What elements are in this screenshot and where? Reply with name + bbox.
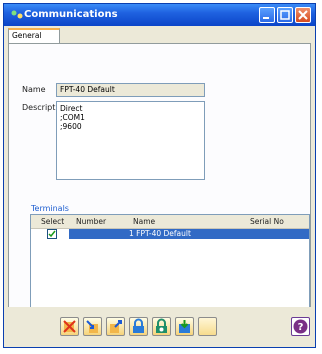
- column-header[interactable]: Select: [41, 217, 64, 226]
- save-icon: [179, 320, 190, 333]
- tab-label: General: [12, 31, 42, 40]
- table-header: Select Number Name Serial No: [31, 215, 309, 229]
- minimize-icon: [263, 17, 269, 19]
- lock-button[interactable]: [129, 317, 148, 336]
- name-label: Name: [22, 85, 46, 94]
- name-field[interactable]: FPT-40 Default: [56, 83, 205, 97]
- terminals-caption: Terminals: [31, 204, 69, 213]
- blank-icon: [199, 318, 216, 335]
- minimize-button[interactable]: [259, 7, 275, 23]
- description-field[interactable]: Direct ;COM1 ;9600: [56, 101, 205, 180]
- save-button[interactable]: [175, 317, 194, 336]
- help-icon: ?: [293, 319, 308, 334]
- close-icon: [298, 10, 308, 20]
- column-header[interactable]: Serial No: [250, 217, 284, 226]
- title-bar: Communications: [4, 4, 315, 26]
- blank-button[interactable]: [198, 317, 217, 336]
- import-button[interactable]: [83, 317, 102, 336]
- export-button[interactable]: [106, 317, 125, 336]
- column-header[interactable]: Number: [76, 217, 106, 226]
- select-checkbox[interactable]: [47, 229, 57, 239]
- export-icon: [110, 320, 122, 333]
- import-icon: [86, 320, 98, 333]
- delete-icon: [63, 320, 76, 333]
- settings-button[interactable]: [152, 317, 171, 336]
- terminal-name: 1 FPT-40 Default: [129, 229, 191, 238]
- terminals-table: Select Number Name Serial No 1 FPT-40 De…: [30, 214, 310, 310]
- lock-icon: [133, 318, 144, 333]
- row-highlight: 1 FPT-40 Default: [69, 229, 309, 239]
- tab-general[interactable]: General: [8, 28, 60, 44]
- settings-lock-icon: [156, 318, 167, 333]
- close-button[interactable]: [295, 7, 311, 23]
- delete-button[interactable]: [60, 317, 79, 336]
- table-row[interactable]: 1 FPT-40 Default: [31, 229, 309, 239]
- toolbar: ?: [4, 307, 315, 347]
- svg-text:?: ?: [298, 322, 304, 333]
- window-title: Communications: [24, 9, 118, 20]
- check-icon: [48, 230, 56, 238]
- maximize-button[interactable]: [277, 7, 293, 23]
- communications-window: Communications General Name FPT-40 Defau…: [3, 3, 316, 348]
- tab-strip: General: [8, 28, 311, 44]
- help-button[interactable]: ?: [291, 317, 310, 336]
- maximize-icon: [280, 10, 290, 20]
- column-header[interactable]: Name: [133, 217, 155, 226]
- app-icon: [11, 10, 23, 19]
